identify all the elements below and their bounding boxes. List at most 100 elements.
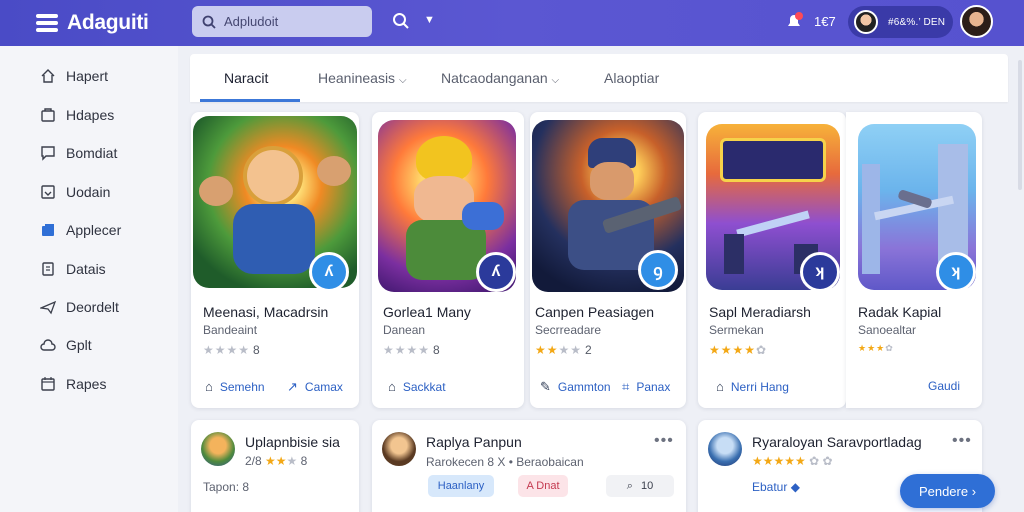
action-label: Nerri Hang bbox=[730, 379, 789, 394]
tag-pill[interactable]: Haanlany bbox=[428, 475, 494, 497]
rating-value: 8 bbox=[253, 343, 260, 357]
rating-stars: 2/8 ★★★ 8 bbox=[245, 454, 308, 468]
comment-icon: ⌕ bbox=[626, 479, 633, 492]
sidebar-item-folder[interactable]: Hdapes bbox=[40, 107, 114, 123]
rating-value: 2 bbox=[585, 343, 592, 357]
sidebar-item-label: Gplt bbox=[66, 337, 92, 353]
tab-heanineasis[interactable]: Heanineasis ⌵ bbox=[318, 70, 407, 86]
rating-stars: ★★★★ 8 bbox=[383, 343, 440, 357]
tab-bar: Naracit Heanineasis ⌵ Natcaodanganan ⌵ A… bbox=[190, 54, 1008, 102]
game-title: Sapl Meradiarsh bbox=[709, 304, 811, 320]
logo-icon bbox=[34, 10, 60, 36]
game-title: Canpen Peasiagen bbox=[535, 304, 655, 320]
list-card-link[interactable]: Ebatur ◆ bbox=[752, 480, 800, 494]
user-menu[interactable]: #6&%.’ DEN bbox=[848, 6, 953, 38]
brand-name: Adaguiti bbox=[67, 11, 149, 34]
game-card[interactable]: ʎ Meenasi, Macadrsin Bandeaint ★★★★ 8 ⌂ Se… bbox=[191, 112, 359, 408]
search-box[interactable] bbox=[192, 6, 372, 37]
rating-stars: ★★★✿ bbox=[858, 343, 894, 353]
chat-icon bbox=[40, 145, 56, 161]
cloud-icon bbox=[40, 337, 56, 353]
game-subtitle: Danean bbox=[383, 323, 426, 337]
top-bar: Adaguiti ▼ 1€7 #6&%.’ DEN bbox=[0, 0, 1024, 46]
home-icon: ⌂ bbox=[205, 379, 213, 394]
rating-value: 8 bbox=[433, 343, 440, 357]
game-card[interactable]: ʞ Sapl Meradiarsh Sermekan ★★★★✿ ⌂ Nerri … bbox=[698, 112, 846, 408]
sidebar-item-label: Uodain bbox=[66, 184, 111, 200]
plane-icon bbox=[40, 299, 56, 315]
action-button[interactable]: ⌗ Panax bbox=[622, 379, 670, 395]
action-button[interactable]: ⌂ Sackkat bbox=[388, 379, 446, 394]
list-card-title: Raplya Panpun bbox=[426, 434, 522, 450]
rating-stars: ★★★★✿ bbox=[709, 343, 768, 357]
game-subtitle: Sanoealtar bbox=[858, 323, 917, 337]
tab-label: Heanineasis bbox=[318, 70, 396, 86]
search-icon[interactable] bbox=[392, 12, 410, 30]
action-label: Camax bbox=[304, 380, 343, 394]
notification-count: 1€7 bbox=[814, 14, 836, 29]
list-card-subtitle: Rarokecen 8 X • Beraobaican bbox=[426, 455, 584, 469]
sidebar-item-label: Applecer bbox=[66, 222, 122, 238]
game-badge-icon: ʞ bbox=[800, 252, 840, 292]
tab-natcaodanganan[interactable]: Natcaodanganan ⌵ bbox=[441, 70, 559, 86]
rating-line: 2/8 bbox=[245, 454, 262, 468]
search-icon bbox=[202, 15, 216, 29]
search-input[interactable] bbox=[224, 14, 364, 29]
arrow-icon: ↗ bbox=[287, 379, 298, 394]
game-card[interactable]: ʞ Radak Kapial Sanoealtar ★★★✿ Gaudi bbox=[846, 112, 982, 408]
chevron-down-icon[interactable]: ▼ bbox=[424, 14, 435, 26]
game-title: Meenasi, Macadrsin bbox=[203, 304, 329, 320]
avatar bbox=[854, 10, 878, 34]
game-title: Radak Kapial bbox=[858, 304, 942, 320]
download-icon bbox=[40, 184, 56, 200]
active-tab-indicator bbox=[200, 99, 300, 102]
tag-pill[interactable]: A Dnat bbox=[518, 475, 568, 497]
link-label: Ebatur bbox=[752, 480, 788, 494]
diamond-icon: ◆ bbox=[790, 480, 800, 494]
action-label: Semehn bbox=[219, 379, 265, 394]
sidebar-item-calendar[interactable]: Rapes bbox=[40, 376, 106, 392]
game-thumbnail bbox=[382, 432, 416, 466]
sidebar-item-home[interactable]: Hapert bbox=[40, 68, 108, 84]
action-button[interactable]: Gaudi bbox=[928, 379, 960, 393]
scrollbar[interactable] bbox=[1018, 60, 1022, 190]
more-icon[interactable]: ••• bbox=[654, 432, 674, 450]
edit-icon: ✎ bbox=[540, 379, 551, 394]
more-icon[interactable]: ••• bbox=[952, 432, 972, 450]
sidebar-item-chat[interactable]: Bomdiat bbox=[40, 145, 117, 161]
game-subtitle: Secrreadare bbox=[535, 323, 602, 337]
document-icon bbox=[40, 261, 56, 277]
list-card[interactable]: Raplya Panpun Rarokecen 8 X • Beraobaica… bbox=[372, 420, 686, 512]
action-label: Gaudi bbox=[928, 379, 961, 393]
sidebar-item-label: Datais bbox=[66, 261, 106, 277]
game-subtitle: Sermekan bbox=[709, 323, 764, 337]
sidebar-item-document[interactable]: Datais bbox=[40, 261, 106, 277]
brand[interactable]: Adaguiti bbox=[34, 10, 184, 36]
sidebar-item-plane[interactable]: Deordelt bbox=[40, 299, 119, 315]
action-button[interactable]: ✎ Gammton bbox=[540, 379, 611, 395]
game-card[interactable]: ꝯ Canpen Peasiagen Secrreadare ★★★★ 2 ✎ Ga… bbox=[530, 112, 686, 408]
chevron-down-icon: ⌵ bbox=[551, 75, 560, 86]
tag-icon: ⌗ bbox=[622, 379, 630, 394]
game-card[interactable]: ʎ Gorlea1 Many Danean ★★★★ 8 ⌂ Sackkat bbox=[372, 112, 524, 408]
rating-stars: ★★★★★ ✿ ✿ bbox=[752, 454, 833, 468]
tab-naracit[interactable]: Naracit bbox=[224, 70, 268, 86]
floating-action-button[interactable]: Pendere › bbox=[900, 474, 995, 508]
sidebar-item-download[interactable]: Uodain bbox=[40, 184, 110, 200]
sidebar: Hapert Hdapes Bomdiat Uodain Applecer Da… bbox=[0, 46, 178, 512]
comments-pill[interactable]: ⌕ 10 bbox=[606, 475, 674, 497]
list-card-title: Uplapnbisie sia bbox=[245, 434, 340, 450]
action-button[interactable]: ⌂ Nerri Hang bbox=[716, 379, 789, 394]
game-thumbnail bbox=[201, 432, 235, 466]
list-card[interactable]: Uplapnbisie sia 2/8 ★★★ 8 Tapon: 8 bbox=[191, 420, 359, 512]
tab-alaoptiar[interactable]: Alaoptiar bbox=[604, 70, 659, 86]
action-button[interactable]: ⌂ Semehn bbox=[205, 379, 265, 394]
action-button[interactable]: ↗ Camax bbox=[287, 379, 343, 395]
comment-count: 10 bbox=[640, 480, 654, 492]
sidebar-item-label: Hapert bbox=[66, 68, 109, 84]
sidebar-item-apps[interactable]: Applecer bbox=[40, 222, 121, 238]
sidebar-item-cloud[interactable]: Gplt bbox=[40, 337, 92, 353]
profile-avatar[interactable] bbox=[960, 5, 993, 38]
rating-stars: ★★★★ 8 bbox=[203, 343, 260, 357]
game-badge-icon: ʎ bbox=[309, 252, 349, 292]
